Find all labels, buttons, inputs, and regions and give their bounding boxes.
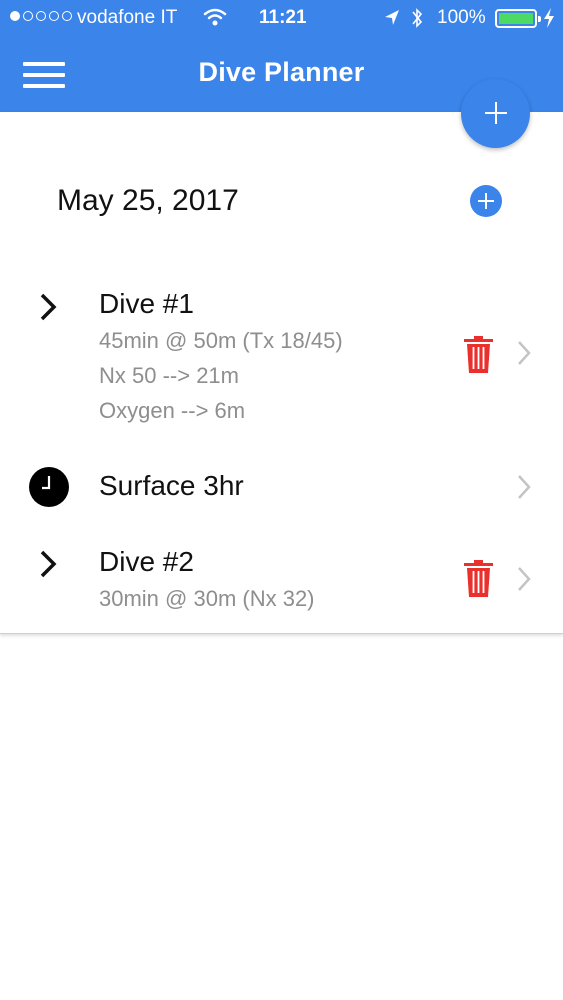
- disclosure-chevron-icon: [518, 475, 531, 499]
- dive-title: Dive #2: [99, 546, 194, 577]
- status-time: 11:21: [259, 7, 307, 28]
- dive-plan-card: May 25, 2017 Dive #1 45min @ 50m (Tx 18/…: [0, 112, 563, 634]
- bluetooth-icon: [412, 8, 423, 28]
- disclosure-chevron-icon: [518, 567, 531, 591]
- disclosure-chevron-icon: [518, 341, 531, 365]
- charging-bolt-icon: [544, 8, 554, 28]
- dive-row[interactable]: Dive #2 30min @ 30m (Nx 32): [0, 532, 563, 622]
- status-bar: vodafone IT 11:21 100%: [0, 0, 563, 38]
- surface-interval-title: Surface 3hr: [99, 470, 244, 501]
- battery-percentage: 100%: [437, 7, 486, 28]
- trash-icon[interactable]: [463, 336, 494, 374]
- add-dive-button[interactable]: [470, 185, 502, 217]
- surface-interval-row[interactable]: Surface 3hr: [0, 452, 563, 522]
- location-icon: [385, 10, 399, 25]
- dive-detail: 30min @ 30m (Nx 32): [99, 586, 315, 611]
- signal-strength-icon: [10, 11, 72, 21]
- plan-date: May 25, 2017: [57, 184, 239, 217]
- plus-icon: [485, 102, 507, 124]
- plus-icon: [478, 193, 494, 209]
- dive-detail: Nx 50 --> 21m: [99, 363, 239, 388]
- trash-icon[interactable]: [463, 560, 494, 598]
- carrier-name: vodafone IT: [77, 7, 178, 28]
- chevron-right-icon[interactable]: [38, 292, 58, 322]
- add-plan-fab[interactable]: [461, 79, 530, 148]
- dive-detail: Oxygen --> 6m: [99, 398, 246, 423]
- dive-title: Dive #1: [99, 288, 194, 319]
- dive-detail: 45min @ 50m (Tx 18/45): [99, 328, 343, 353]
- battery-icon: [495, 9, 541, 28]
- dive-row[interactable]: Dive #1 45min @ 50m (Tx 18/45) Nx 50 -->…: [0, 274, 563, 434]
- clock-icon: [29, 467, 69, 507]
- wifi-icon: [203, 8, 227, 26]
- chevron-right-icon[interactable]: [38, 549, 58, 579]
